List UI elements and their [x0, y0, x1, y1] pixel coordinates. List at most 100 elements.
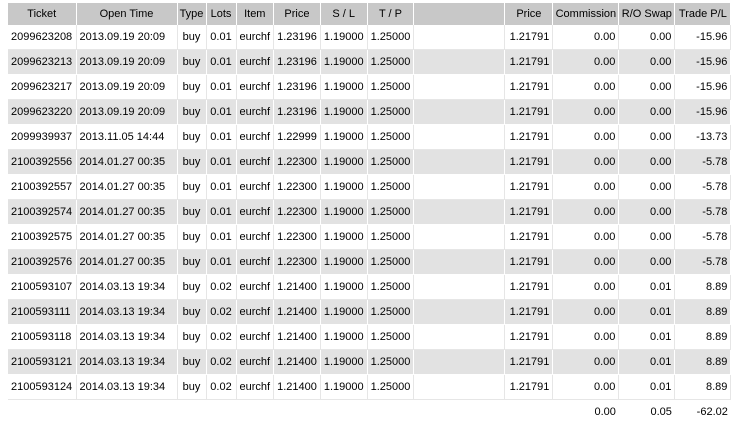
table-row[interactable]: 2100392556 2014.01.27 00:35 buy 0.01 eurchf 1…: [8, 149, 732, 175]
cell-price: 1.21400: [273, 374, 321, 400]
table-row[interactable]: 2099939937 2013.11.05 14:44 buy 0.01 eurchf 1…: [8, 124, 732, 150]
cell-type: buy: [177, 249, 207, 275]
col-header-item[interactable]: Item: [236, 3, 275, 25]
cell-sl: 1.19000: [320, 174, 368, 200]
cell-close-price: 1.21791: [504, 299, 554, 325]
cell-ticket: 2099623220: [8, 99, 77, 125]
table-row[interactable]: 2100392574 2014.01.27 00:35 buy 0.01 eurchf 1…: [8, 199, 732, 225]
col-header-lots[interactable]: Lots: [206, 3, 237, 25]
cell-item: eurchf: [236, 324, 275, 350]
cell-swap: 0.01: [618, 349, 676, 375]
col-header-price[interactable]: Price: [273, 3, 321, 25]
cell-lots: 0.01: [206, 74, 237, 100]
col-header-tp[interactable]: T / P: [367, 3, 415, 25]
cell-lots: 0.02: [206, 274, 237, 300]
cell-tp: 1.25000: [367, 199, 415, 225]
col-header-open-time[interactable]: Open Time: [76, 3, 178, 25]
table-row[interactable]: 2100392576 2014.01.27 00:35 buy 0.01 eurchf 1…: [8, 249, 732, 275]
cell-tp: 1.25000: [367, 224, 415, 250]
cell-lots: 0.01: [206, 224, 237, 250]
table-row[interactable]: 2100392557 2014.01.27 00:35 buy 0.01 eurchf 1…: [8, 174, 732, 200]
col-header-close-price[interactable]: Price: [504, 3, 554, 25]
cell-tp: 1.25000: [367, 349, 415, 375]
total-spacer: [504, 399, 553, 424]
total-commission: 0.00: [552, 399, 619, 424]
cell-swap: 0.00: [618, 25, 676, 50]
cell-open-time: 2014.03.13 19:34: [76, 299, 178, 325]
cell-price: 1.22300: [273, 199, 321, 225]
table-row[interactable]: 2099623208 2013.09.19 20:09 buy 0.01 eurchf 1…: [8, 25, 732, 50]
cell-type: buy: [177, 224, 207, 250]
cell-price: 1.22300: [273, 174, 321, 200]
cell-swap: 0.00: [618, 49, 676, 75]
total-spacer: [367, 399, 414, 424]
cell-item: eurchf: [236, 74, 275, 100]
cell-close-price: 1.21791: [504, 274, 554, 300]
cell-tp: 1.25000: [367, 99, 415, 125]
cell-lots: 0.02: [206, 299, 237, 325]
cell-open-time: 2013.09.19 20:09: [76, 74, 178, 100]
col-header-trade-pl[interactable]: Trade P/L: [674, 3, 732, 25]
table-row[interactable]: 2099623220 2013.09.19 20:09 buy 0.01 eurchf 1…: [8, 99, 732, 125]
cell-item: eurchf: [236, 49, 275, 75]
cell-ticket: 2100392574: [8, 199, 77, 225]
cell-blank: [413, 249, 506, 275]
cell-type: buy: [177, 274, 207, 300]
cell-item: eurchf: [236, 149, 275, 175]
cell-swap: 0.00: [618, 249, 676, 275]
cell-trade-pl: 8.89: [674, 274, 732, 300]
cell-blank: [413, 149, 506, 175]
cell-ticket: 2100392556: [8, 149, 77, 175]
cell-trade-pl: -15.96: [674, 25, 732, 50]
table-row[interactable]: 2099623213 2013.09.19 20:09 buy 0.01 eurchf 1…: [8, 49, 732, 75]
cell-blank: [413, 224, 506, 250]
cell-commission: 0.00: [552, 349, 620, 375]
cell-item: eurchf: [236, 374, 275, 400]
cell-swap: 0.00: [618, 174, 676, 200]
cell-blank: [413, 49, 506, 75]
cell-open-time: 2014.03.13 19:34: [76, 349, 178, 375]
cell-sl: 1.19000: [320, 124, 368, 150]
cell-ticket: 2100392576: [8, 249, 77, 275]
table-row[interactable]: 2100593121 2014.03.13 19:34 buy 0.02 eurchf 1…: [8, 349, 732, 375]
cell-close-price: 1.21791: [504, 124, 554, 150]
cell-trade-pl: -13.73: [674, 124, 732, 150]
cell-ticket: 2100593121: [8, 349, 77, 375]
cell-swap: 0.00: [618, 224, 676, 250]
cell-lots: 0.02: [206, 374, 237, 400]
cell-sl: 1.19000: [320, 274, 368, 300]
cell-commission: 0.00: [552, 249, 620, 275]
cell-close-price: 1.21791: [504, 25, 554, 50]
cell-sl: 1.19000: [320, 349, 368, 375]
trade-table: Ticket Open Time Type Lots Item Price S …: [8, 3, 732, 424]
col-header-ticket[interactable]: Ticket: [8, 3, 77, 25]
cell-trade-pl: -15.96: [674, 99, 732, 125]
cell-price: 1.22300: [273, 224, 321, 250]
table-row[interactable]: 2100593118 2014.03.13 19:34 buy 0.02 eurchf 1…: [8, 324, 732, 350]
table-row[interactable]: 2100593124 2014.03.13 19:34 buy 0.02 eurchf 1…: [8, 374, 732, 400]
table-row[interactable]: 2100593107 2014.03.13 19:34 buy 0.02 eurchf 1…: [8, 274, 732, 300]
table-row[interactable]: 2100593111 2014.03.13 19:34 buy 0.02 eurchf 1…: [8, 299, 732, 325]
cell-blank: [413, 299, 506, 325]
cell-open-time: 2014.01.27 00:35: [76, 174, 178, 200]
cell-blank: [413, 374, 506, 400]
cell-type: buy: [177, 374, 207, 400]
cell-type: buy: [177, 124, 207, 150]
cell-tp: 1.25000: [367, 149, 415, 175]
table-row[interactable]: 2099623217 2013.09.19 20:09 buy 0.01 eurchf 1…: [8, 74, 732, 100]
col-header-sl[interactable]: S / L: [320, 3, 368, 25]
cell-trade-pl: -15.96: [674, 49, 732, 75]
col-header-commission[interactable]: Commission: [552, 3, 620, 25]
cell-item: eurchf: [236, 25, 275, 50]
total-spacer: [413, 399, 505, 424]
cell-commission: 0.00: [552, 324, 620, 350]
col-header-swap[interactable]: R/O Swap: [618, 3, 676, 25]
col-header-type[interactable]: Type: [177, 3, 207, 25]
cell-blank: [413, 324, 506, 350]
cell-sl: 1.19000: [320, 25, 368, 50]
cell-sl: 1.19000: [320, 249, 368, 275]
cell-swap: 0.00: [618, 124, 676, 150]
table-row[interactable]: 2100392575 2014.01.27 00:35 buy 0.01 eurchf 1…: [8, 224, 732, 250]
cell-close-price: 1.21791: [504, 224, 554, 250]
cell-blank: [413, 274, 506, 300]
